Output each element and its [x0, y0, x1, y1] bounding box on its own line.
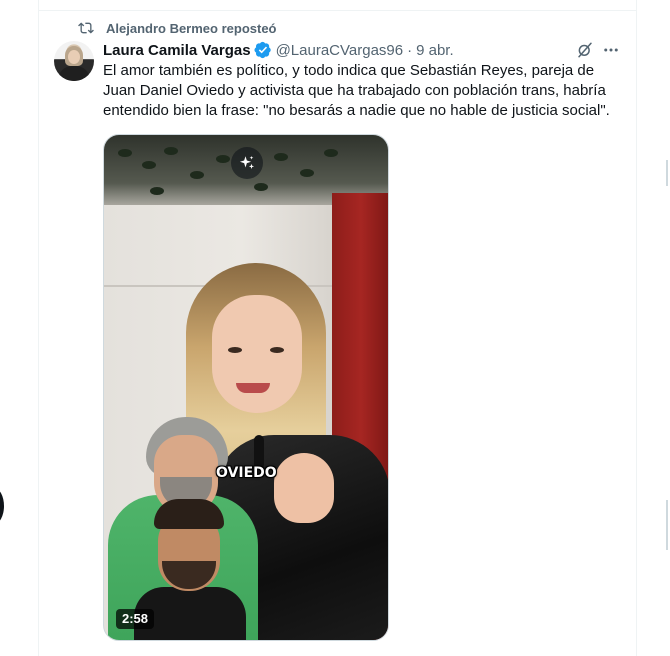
- more-icon: [604, 48, 618, 52]
- post-header: Laura Camila Vargas @LauraCVargas96 · 9 …: [103, 40, 454, 60]
- timeline-page: Alejandro Bermeo reposteó Laura Camila V…: [0, 0, 670, 656]
- more-options-button[interactable]: [601, 40, 621, 60]
- repost-text: Alejandro Bermeo reposteó: [106, 20, 277, 36]
- woman-face: [212, 295, 302, 413]
- author-handle[interactable]: @LauraCVargas96: [276, 42, 404, 59]
- plant-leaf: [190, 171, 204, 179]
- man-dark-hair: [154, 499, 224, 529]
- video-overlay-text: OVIEDO: [216, 465, 277, 481]
- offscreen-element: [666, 500, 668, 550]
- header-separator: ·: [407, 41, 413, 59]
- offscreen-element: [666, 160, 668, 186]
- plant-leaf: [216, 155, 230, 163]
- post-text: El amor también es político, y todo indi…: [103, 62, 610, 119]
- plant-leaf: [142, 161, 156, 169]
- grok-sparkle-button[interactable]: [231, 147, 263, 179]
- woman-eye: [228, 347, 242, 353]
- grok-icon: [578, 42, 592, 58]
- video-duration: 2:58: [116, 609, 155, 629]
- repost-icon: [78, 22, 94, 34]
- video-player[interactable]: OVIEDO 2:58: [103, 134, 389, 641]
- woman-mouth: [236, 383, 270, 393]
- grok-button[interactable]: [575, 40, 595, 60]
- plant-leaf: [118, 149, 132, 157]
- plant-leaf: [300, 169, 314, 177]
- offscreen-element: [0, 488, 4, 524]
- sparkle-icon: [239, 155, 255, 169]
- plant-leaf: [324, 149, 338, 157]
- verified-badge-icon[interactable]: [254, 41, 272, 59]
- woman-eye: [270, 347, 284, 353]
- timeline-left-border: [38, 0, 39, 656]
- avatar-body: [58, 66, 90, 81]
- author-name[interactable]: Laura Camila Vargas: [103, 42, 251, 59]
- timeline-right-border: [636, 0, 637, 656]
- plant-leaf: [150, 187, 164, 195]
- repost-indicator[interactable]: Alejandro Bermeo reposteó: [78, 18, 277, 38]
- plant-leaf: [274, 153, 288, 161]
- microphone: [254, 435, 264, 469]
- avatar-face: [68, 50, 80, 64]
- plant-leaf: [254, 183, 268, 191]
- woman-hand: [274, 453, 334, 523]
- post-divider: [38, 10, 636, 11]
- post-date[interactable]: 9 abr.: [416, 42, 454, 59]
- plant-leaf: [164, 147, 178, 155]
- author-avatar[interactable]: [54, 41, 94, 81]
